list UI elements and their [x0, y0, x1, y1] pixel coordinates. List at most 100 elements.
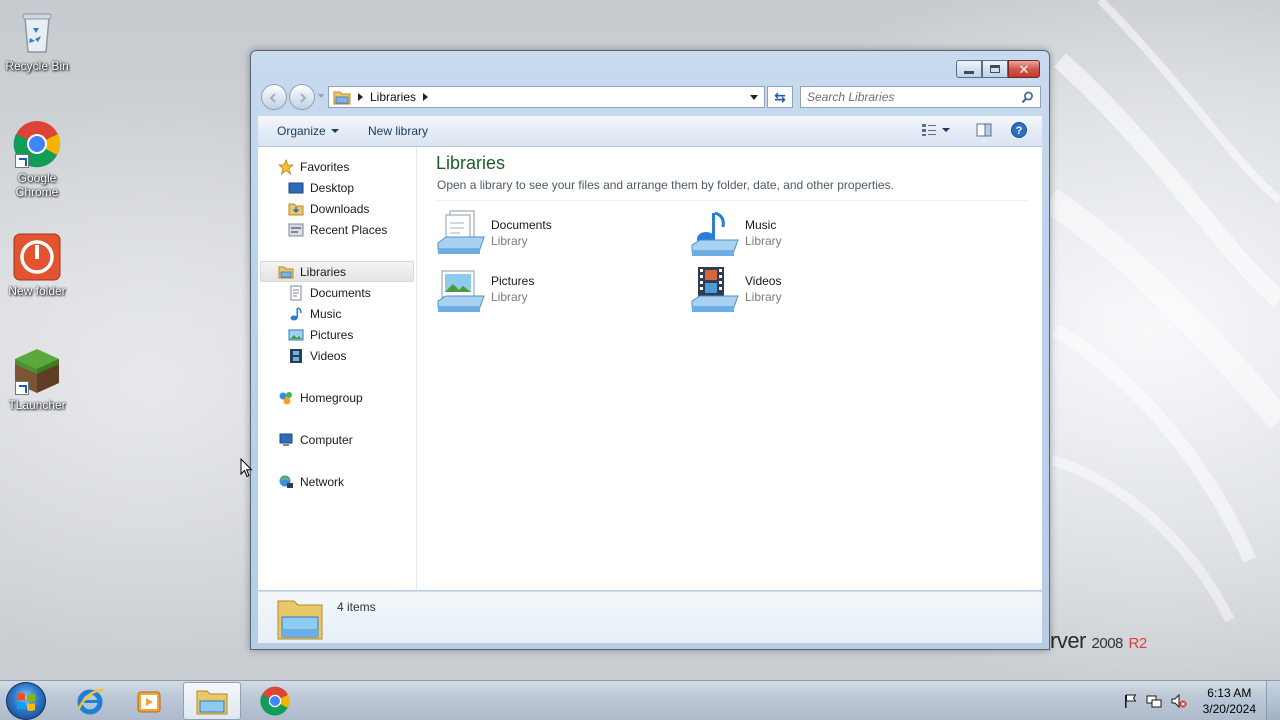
- show-desktop-button[interactable]: [1266, 681, 1280, 720]
- star-icon: [278, 159, 294, 175]
- desktop-icon-google-chrome[interactable]: Google Chrome: [0, 120, 74, 199]
- minimize-button[interactable]: [956, 60, 982, 78]
- internet-explorer-icon: [76, 688, 104, 715]
- help-button[interactable]: ?: [1011, 122, 1027, 141]
- system-clock[interactable]: 6:13 AM 3/20/2024: [1203, 685, 1256, 717]
- computer-icon: [279, 433, 293, 446]
- brand-year: 2008: [1091, 635, 1124, 652]
- nav-label: Videos: [310, 349, 347, 363]
- action-center-flag-icon[interactable]: [1122, 693, 1138, 709]
- documents-icon: [290, 285, 302, 301]
- library-name: Documents: [491, 218, 552, 232]
- breadcrumb-separator-icon[interactable]: [423, 93, 429, 101]
- nav-item-recent-places[interactable]: Recent Places: [288, 222, 387, 238]
- page-title: Libraries: [436, 153, 506, 173]
- preview-pane-button[interactable]: [976, 123, 992, 140]
- brand-text: rver: [1050, 628, 1086, 653]
- taskbar-windows-explorer[interactable]: [183, 682, 241, 720]
- nav-item-favorites[interactable]: Favorites: [278, 159, 349, 175]
- nav-item-computer[interactable]: Computer: [278, 432, 353, 448]
- brand-suffix: R2: [1128, 635, 1148, 652]
- nav-label: Downloads: [310, 202, 370, 216]
- address-bar[interactable]: Libraries: [328, 86, 765, 108]
- libraries-icon: [278, 266, 294, 279]
- search-box[interactable]: [800, 86, 1041, 108]
- taskbar-google-chrome[interactable]: [246, 682, 304, 720]
- desktop-icon-label: New folder: [8, 284, 66, 298]
- nav-item-pictures[interactable]: Pictures: [288, 327, 353, 343]
- recent-places-icon: [288, 223, 304, 237]
- back-button[interactable]: [261, 84, 287, 110]
- close-button[interactable]: ✕: [1008, 60, 1040, 78]
- taskbar-media-player[interactable]: [120, 682, 178, 720]
- search-icon: [1021, 91, 1033, 104]
- pictures-library-icon: [436, 265, 486, 315]
- library-item-videos[interactable]: Videos Library: [690, 265, 782, 315]
- desktop-icon: [288, 182, 304, 194]
- nav-label: Computer: [300, 433, 353, 447]
- desktop-icon-label: Recycle Bin: [5, 59, 69, 73]
- clock-time: 6:13 AM: [1207, 686, 1252, 700]
- preview-pane-icon: [976, 123, 992, 137]
- desktop-icon-label: Google Chrome: [15, 171, 59, 199]
- network-status-icon[interactable]: [1146, 693, 1162, 709]
- library-item-pictures[interactable]: Pictures Library: [436, 265, 534, 315]
- taskbar-internet-explorer[interactable]: [61, 682, 119, 720]
- caption-buttons: ✕: [956, 60, 1040, 78]
- film-strip-icon: [290, 349, 302, 363]
- maximize-icon: [990, 65, 1000, 73]
- help-icon: ?: [1011, 122, 1027, 138]
- desktop-icon-new-folder[interactable]: New folder: [0, 233, 74, 298]
- library-item-documents[interactable]: Documents Library: [436, 209, 552, 259]
- navigation-pane: Favorites Desktop Downloads Recent Place…: [258, 147, 417, 590]
- nav-item-documents[interactable]: Documents: [288, 285, 371, 301]
- library-name: Music: [745, 218, 777, 232]
- clock-date: 3/20/2024: [1202, 702, 1256, 716]
- chevron-down-icon: [942, 128, 950, 132]
- organize-button[interactable]: Organize: [277, 124, 339, 138]
- media-player-icon: [137, 691, 161, 713]
- more-views-dropdown[interactable]: [942, 123, 950, 137]
- nav-item-libraries[interactable]: Libraries: [278, 264, 346, 280]
- homegroup-icon: [279, 392, 292, 405]
- nav-item-videos[interactable]: Videos: [288, 348, 346, 364]
- libraries-folder-icon: [333, 91, 351, 105]
- content-pane: Libraries Open a library to see your fil…: [418, 147, 1042, 590]
- power-app-icon: [13, 233, 61, 281]
- downloads-folder-icon: [288, 203, 304, 216]
- forward-button[interactable]: [289, 84, 315, 110]
- libraries-large-icon: [277, 600, 323, 640]
- nav-item-network[interactable]: Network: [278, 474, 344, 490]
- library-name: Pictures: [491, 274, 535, 288]
- library-item-music[interactable]: Music Library: [690, 209, 782, 259]
- desktop-icon-recycle-bin[interactable]: Recycle Bin: [0, 8, 74, 73]
- nav-item-homegroup[interactable]: Homegroup: [278, 390, 363, 406]
- command-bar: Organize New library ?: [258, 116, 1042, 147]
- desktop-icon-tlauncher[interactable]: TLauncher: [0, 347, 74, 412]
- nav-item-desktop[interactable]: Desktop: [288, 180, 354, 196]
- nav-label: Recent Places: [310, 223, 388, 237]
- start-button[interactable]: [6, 682, 46, 720]
- taskbar: 6:13 AM 3/20/2024: [0, 680, 1280, 720]
- desktop-icon-label: TLauncher: [8, 398, 66, 412]
- change-view-button[interactable]: [921, 123, 937, 140]
- nav-item-music[interactable]: Music: [288, 306, 341, 322]
- back-arrow-icon: [269, 93, 276, 103]
- nav-label: Music: [310, 307, 342, 321]
- search-input[interactable]: [807, 90, 1017, 104]
- close-icon: ✕: [1018, 61, 1030, 77]
- music-library-icon: [690, 209, 740, 259]
- nav-label: Homegroup: [300, 391, 363, 405]
- view-options-icon: [922, 124, 936, 136]
- recent-pages-dropdown-icon[interactable]: [318, 94, 324, 98]
- nav-item-downloads[interactable]: Downloads: [288, 201, 369, 217]
- nav-label: Libraries: [300, 265, 347, 279]
- breadcrumb-separator-icon[interactable]: [358, 93, 363, 101]
- new-library-button[interactable]: New library: [368, 124, 428, 138]
- refresh-button[interactable]: ⇆: [767, 86, 793, 108]
- breadcrumb-libraries[interactable]: Libraries: [370, 90, 416, 104]
- volume-muted-icon[interactable]: [1171, 693, 1187, 709]
- refresh-icon: ⇆: [774, 88, 786, 105]
- address-history-dropdown-icon[interactable]: [750, 95, 758, 100]
- maximize-button[interactable]: [982, 60, 1008, 78]
